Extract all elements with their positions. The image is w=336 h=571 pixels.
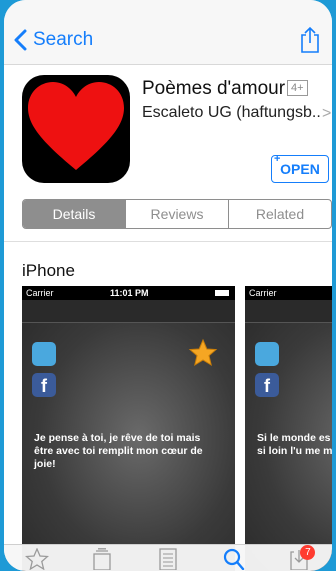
open-button[interactable]: + OPEN: [271, 153, 329, 183]
tab-top-charts[interactable]: [135, 545, 201, 571]
facebook-icon: f: [255, 373, 279, 397]
battery-icon: [215, 290, 229, 296]
section-title: iPhone: [22, 261, 75, 280]
twitter-icon: [32, 342, 56, 366]
facebook-icon: f: [32, 373, 56, 397]
star-icon: [188, 338, 218, 367]
screenshot-navbar: [245, 300, 332, 323]
chevron-left-icon: [14, 29, 27, 51]
segment-details[interactable]: Details: [23, 200, 125, 228]
screenshot-navbar: [22, 300, 235, 323]
carrier-label: Carrier: [26, 288, 54, 298]
screenshot-2[interactable]: Carrier 11 f Si le monde es l'on dit, al…: [245, 286, 332, 571]
screenshot-1[interactable]: Carrier 11:01 PM f Je pense à toi, je rê…: [22, 286, 235, 571]
divider: [4, 241, 332, 242]
app-detail: Poèmes d'amour 4+ Escaleto UG (haftungsb…: [4, 65, 332, 571]
poem-text: Je pense à toi, je rêve de toi mais être…: [34, 432, 203, 470]
heart-icon: [28, 82, 124, 170]
poem-text: Si le monde es l'on dit, alors p nous si…: [257, 432, 332, 457]
search-icon: [223, 548, 244, 570]
app-icon[interactable]: [22, 75, 130, 183]
top-charts-icon: [159, 548, 177, 570]
app-store-screen: Search Poèmes d'amour 4+ Escaleto UG (ha…: [4, 0, 332, 571]
back-label: Search: [33, 29, 94, 50]
segment-related[interactable]: Related: [228, 200, 331, 228]
explore-icon: [93, 548, 112, 570]
twitter-icon: [255, 342, 279, 366]
tab-bar: 7: [4, 544, 332, 571]
chevron-right-icon: >: [322, 105, 332, 122]
carrier-label: Carrier: [249, 288, 277, 298]
plus-icon: +: [274, 153, 281, 165]
tab-explore[interactable]: [70, 545, 136, 571]
time-label: 11:01 PM: [110, 288, 149, 298]
featured-star-icon: [24, 548, 49, 570]
segment-reviews[interactable]: Reviews: [125, 200, 228, 228]
app-name: Poèmes d'amour: [142, 78, 286, 99]
tab-featured[interactable]: [4, 545, 70, 571]
age-rating-badge: 4+: [287, 80, 308, 96]
share-icon[interactable]: [300, 26, 320, 54]
screenshot-status-bar: Carrier 11:01 PM: [22, 286, 235, 300]
navigation-bar: Search: [4, 20, 332, 65]
tab-search[interactable]: [201, 545, 267, 571]
back-button[interactable]: Search: [14, 29, 93, 51]
screenshot-status-bar: Carrier 11: [245, 286, 332, 300]
open-label: OPEN: [280, 161, 320, 177]
developer-name[interactable]: Escaleto UG (haftungsb...: [142, 104, 322, 122]
segmented-control: Details Reviews Related: [22, 199, 332, 229]
updates-badge: 7: [300, 545, 316, 560]
status-bar: [4, 0, 332, 20]
tab-updates[interactable]: 7: [266, 545, 332, 571]
